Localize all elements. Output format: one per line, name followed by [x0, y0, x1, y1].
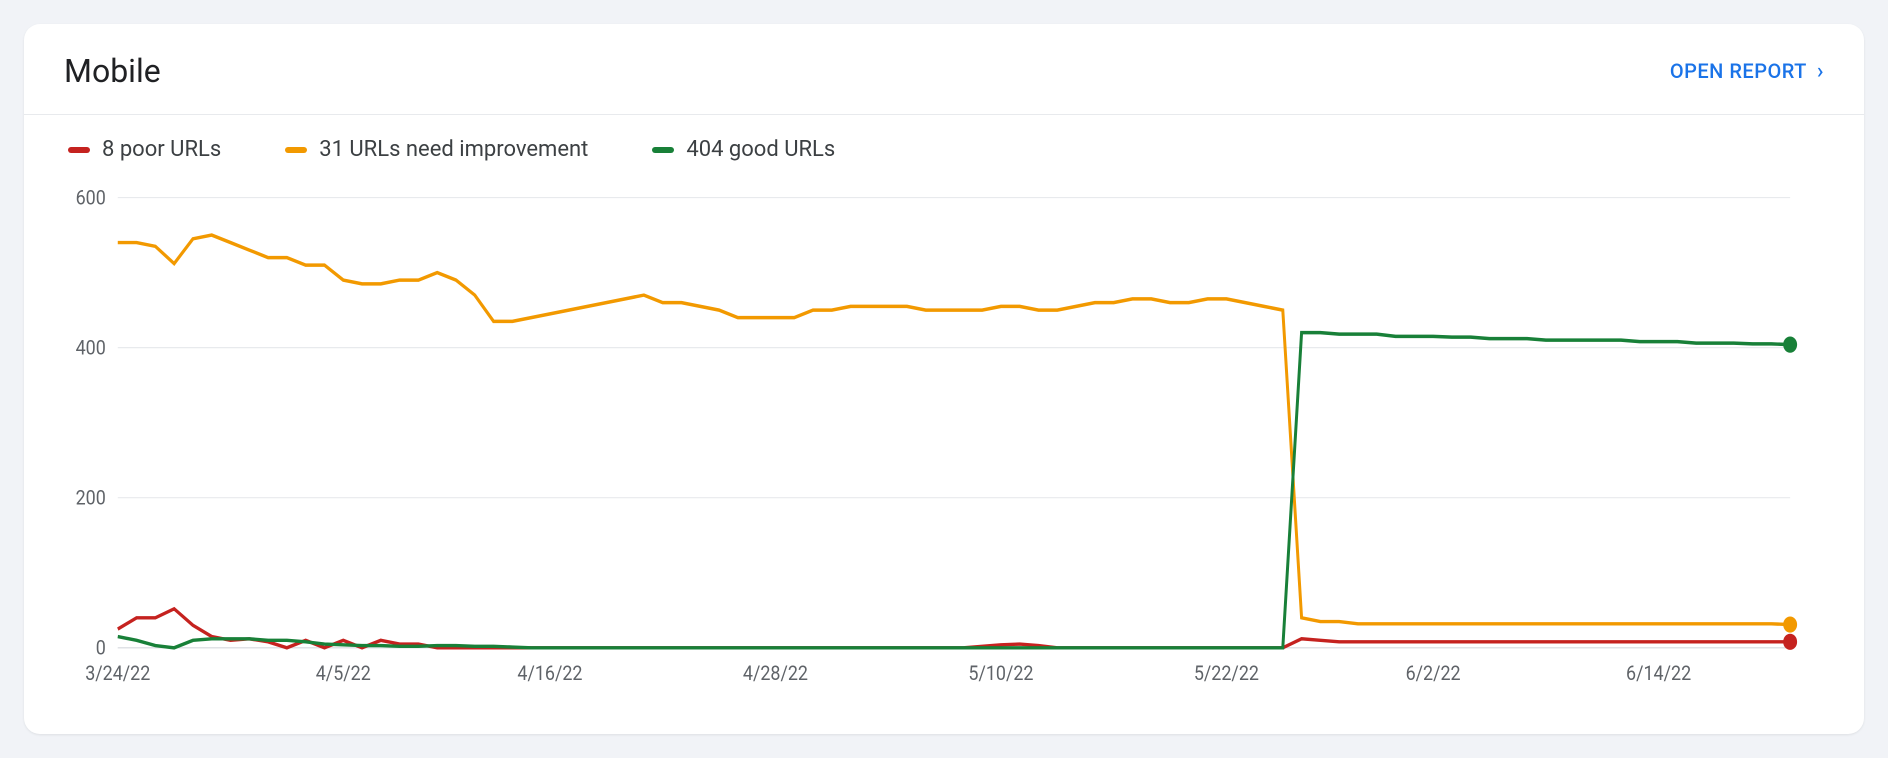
legend-label-improve: 31 URLs need improvement — [319, 137, 588, 162]
open-report-link[interactable]: OPEN REPORT › — [1670, 59, 1824, 84]
legend-label-poor: 8 poor URLs — [102, 137, 221, 162]
chevron-right-icon: › — [1817, 59, 1824, 84]
svg-text:5/10/22: 5/10/22 — [968, 661, 1033, 686]
line-chart: 0 200 400 600 3/24/22 4/5/22 4/16/22 4/28/22 5/1… — [68, 186, 1820, 694]
svg-text:4/16/22: 4/16/22 — [517, 661, 582, 686]
svg-text:4/5/22: 4/5/22 — [316, 661, 371, 686]
open-report-label: OPEN REPORT — [1670, 59, 1807, 83]
legend-item-poor[interactable]: 8 poor URLs — [68, 137, 221, 162]
chart-area: 0 200 400 600 3/24/22 4/5/22 4/16/22 4/28/22 5/1… — [24, 162, 1864, 734]
chart-legend: 8 poor URLs 31 URLs need improvement 404… — [24, 115, 1864, 162]
legend-swatch-good — [652, 147, 674, 153]
mobile-urls-card: Mobile OPEN REPORT › 8 poor URLs 31 URLs… — [24, 24, 1864, 734]
svg-text:3/24/22: 3/24/22 — [85, 661, 150, 686]
legend-item-good[interactable]: 404 good URLs — [652, 137, 835, 162]
svg-text:200: 200 — [76, 485, 106, 510]
svg-text:0: 0 — [96, 635, 106, 660]
svg-text:4/28/22: 4/28/22 — [743, 661, 808, 686]
card-title: Mobile — [64, 52, 161, 90]
svg-text:6/2/22: 6/2/22 — [1406, 661, 1461, 686]
svg-text:400: 400 — [76, 335, 106, 360]
card-header: Mobile OPEN REPORT › — [24, 24, 1864, 115]
svg-text:600: 600 — [76, 186, 106, 210]
legend-swatch-improve — [285, 147, 307, 153]
svg-text:5/22/22: 5/22/22 — [1194, 661, 1259, 686]
svg-text:6/14/22: 6/14/22 — [1626, 661, 1691, 686]
legend-swatch-poor — [68, 147, 90, 153]
legend-label-good: 404 good URLs — [686, 137, 835, 162]
legend-item-improve[interactable]: 31 URLs need improvement — [285, 137, 588, 162]
